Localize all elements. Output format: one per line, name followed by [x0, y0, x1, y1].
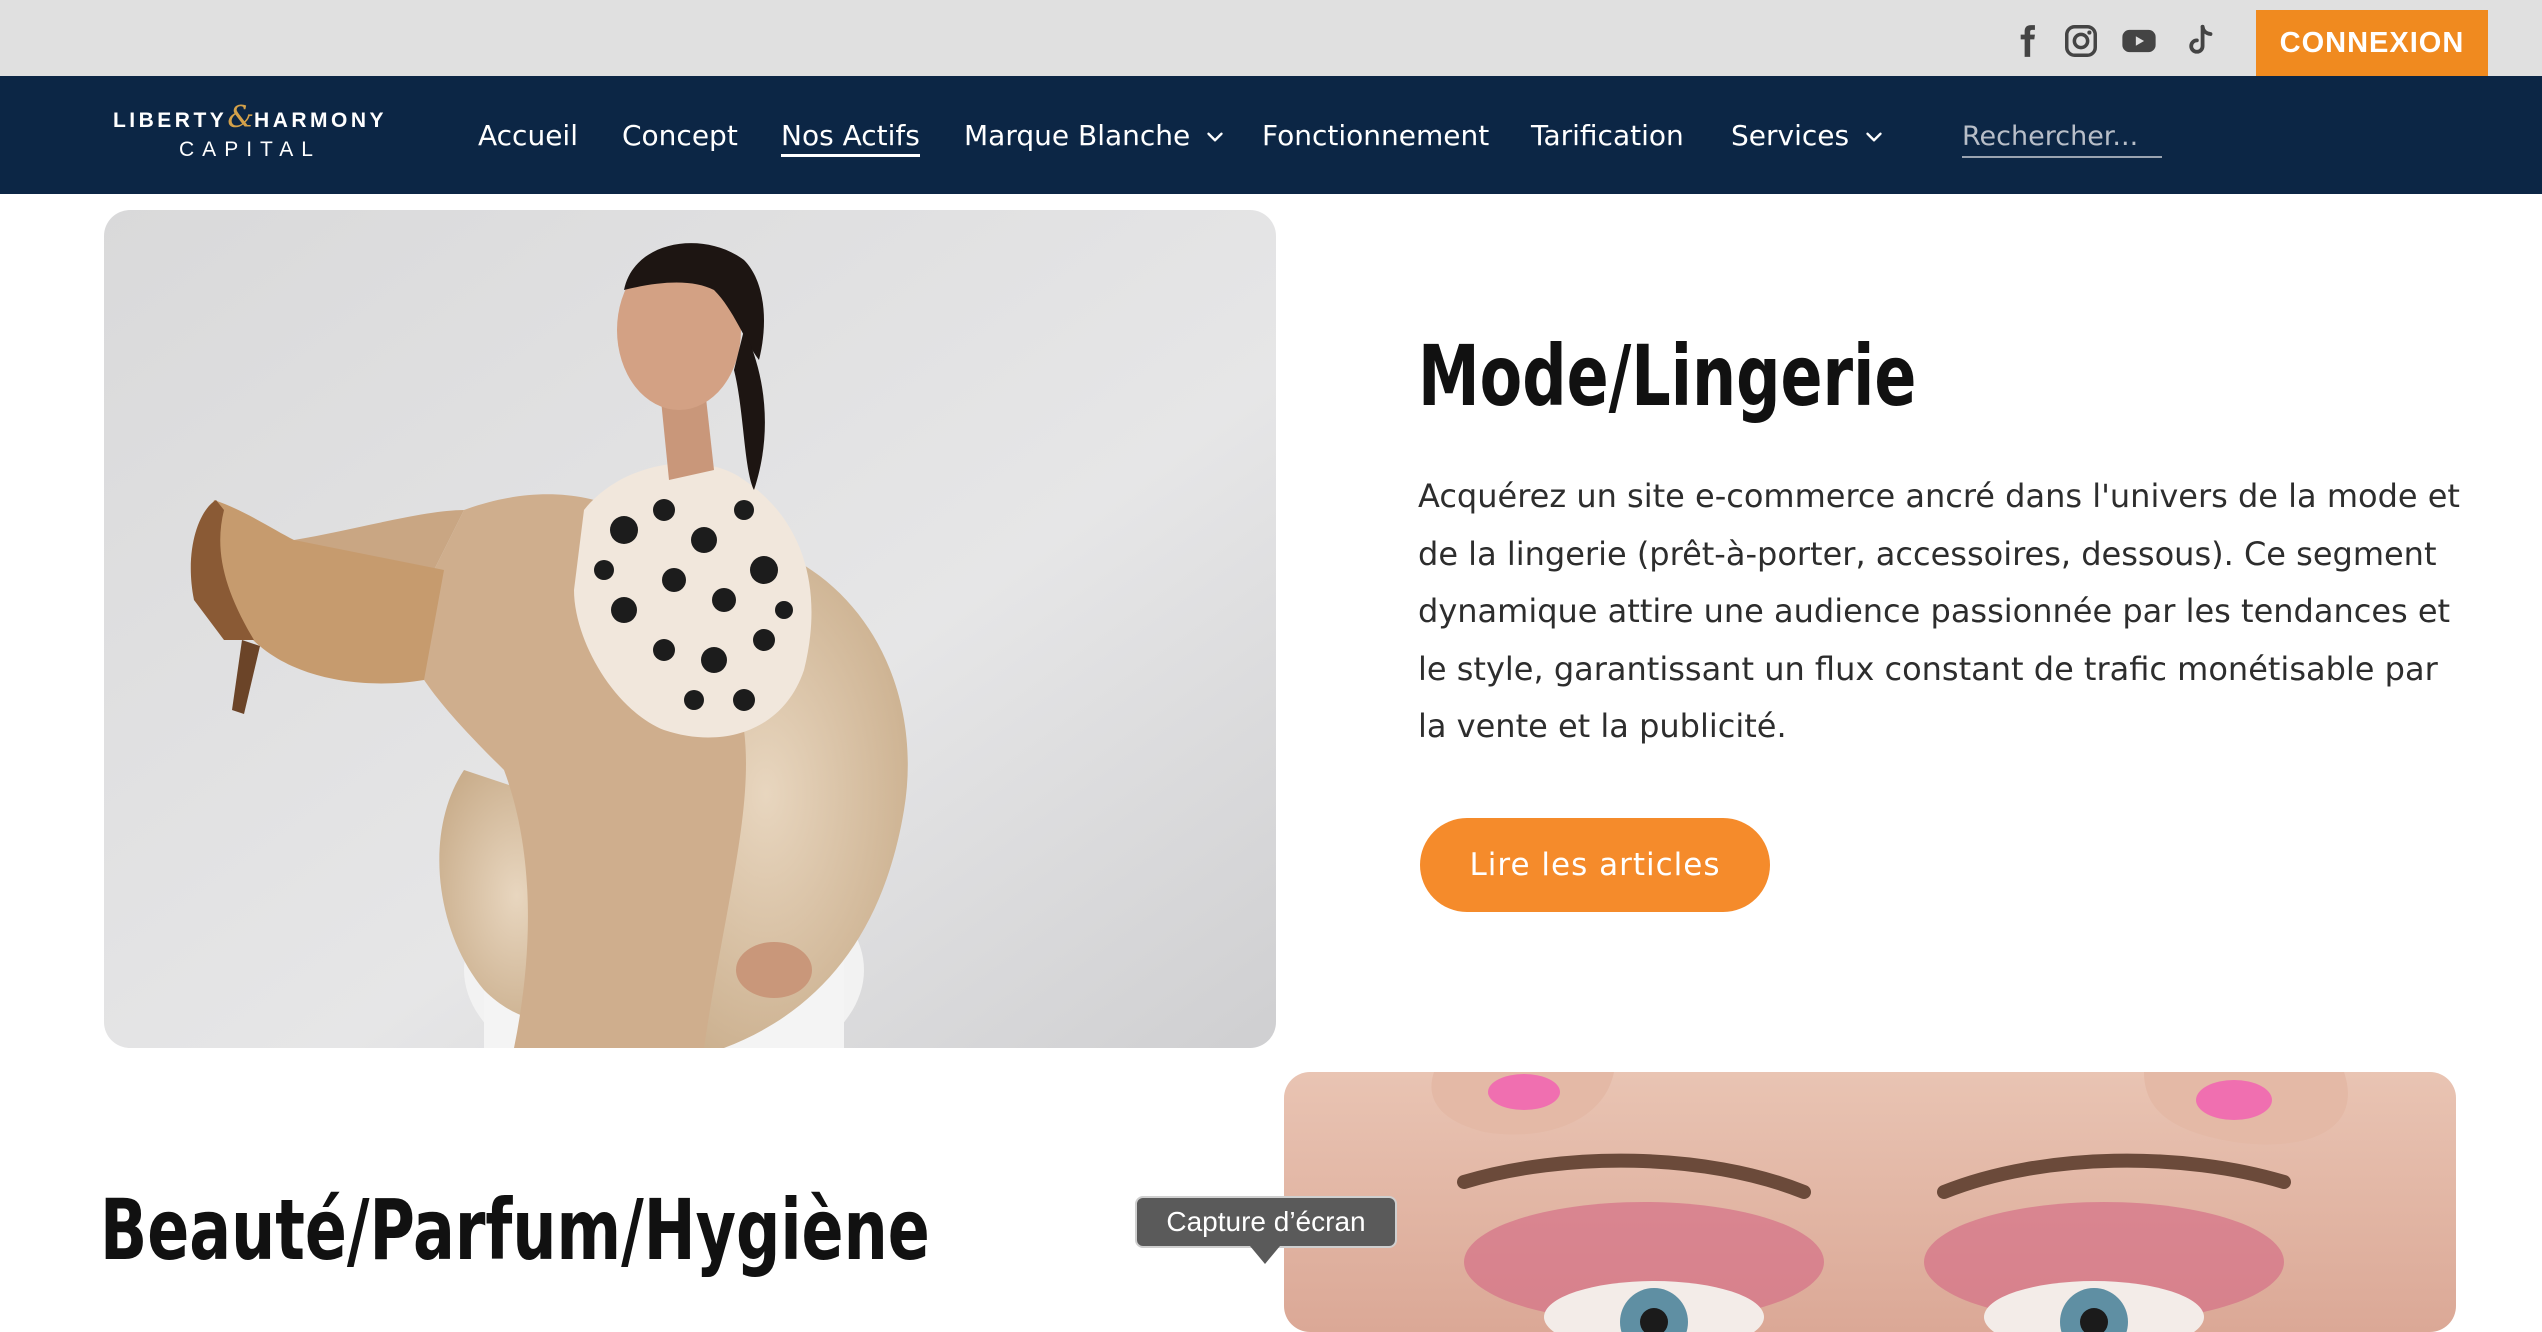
youtube-icon[interactable] — [2120, 22, 2158, 60]
nav-item-concept[interactable]: Concept — [622, 114, 738, 158]
section-title-beaute: Beauté/Parfum/Hygiène — [100, 1181, 930, 1279]
liberty-harmony-logo[interactable]: LIBERTY&HARMONY CAPITAL — [100, 100, 400, 168]
logo-subtitle: CAPITAL — [179, 138, 321, 161]
chevron-down-icon — [1202, 124, 1228, 150]
nav-item-tarification[interactable]: Tarification — [1531, 114, 1684, 158]
nav-item-accueil[interactable]: Accueil — [478, 114, 578, 158]
tiktok-icon[interactable] — [2182, 22, 2220, 60]
beauty-eye-image — [1284, 1072, 2456, 1332]
screenshot-tooltip: Capture d’écran — [1135, 1196, 1397, 1248]
nav-item-fonctionnement[interactable]: Fonctionnement — [1262, 114, 1489, 158]
nav-item-services[interactable]: Services — [1731, 114, 1887, 158]
top-utility-bar: CONNEXION — [0, 0, 2542, 76]
connexion-button[interactable]: CONNEXION — [2256, 10, 2488, 76]
nav-item-marque-blanche[interactable]: Marque Blanche — [964, 114, 1228, 158]
chevron-down-icon — [1861, 124, 1887, 150]
search-input[interactable] — [1962, 116, 2162, 158]
instagram-icon[interactable] — [2062, 22, 2100, 60]
section-description: Acquérez un site e-commerce ancré dans l… — [1418, 477, 2460, 745]
tooltip-arrow — [1250, 1246, 1280, 1264]
read-articles-button[interactable]: Lire les articles — [1420, 818, 1770, 912]
facebook-icon[interactable] — [2008, 22, 2046, 60]
section-title-mode-lingerie: Mode/Lingerie — [1418, 327, 1917, 425]
nav-item-nos-actifs[interactable]: Nos Actifs — [781, 114, 920, 158]
logo-wordmark: LIBERTY&HARMONY — [112, 100, 388, 135]
main-navigation: LIBERTY&HARMONY CAPITAL Accueil Concept … — [0, 76, 2542, 194]
fashion-model-image — [104, 210, 1276, 1048]
